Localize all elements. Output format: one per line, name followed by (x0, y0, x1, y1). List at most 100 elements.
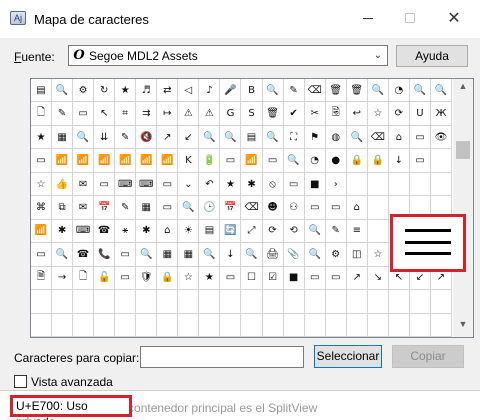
character-cell[interactable] (31, 313, 53, 337)
character-cell[interactable] (220, 290, 242, 314)
character-cell[interactable] (52, 313, 74, 337)
character-cell[interactable]: ⌂ (346, 196, 368, 220)
scroll-up-icon[interactable]: ▲ (453, 81, 473, 97)
character-cell[interactable]: ★ (199, 266, 221, 291)
character-cell[interactable]: ⌫ (241, 196, 263, 220)
character-cell[interactable]: 📅 (94, 196, 116, 220)
character-cell[interactable]: 🔍 (241, 243, 263, 267)
character-cell[interactable]: 🔍 (178, 196, 200, 220)
character-cell[interactable]: ■ (304, 172, 326, 197)
character-cell[interactable]: U (409, 102, 431, 126)
character-cell[interactable] (31, 290, 53, 314)
character-cell[interactable]: 🔍 (73, 125, 95, 150)
character-cell[interactable]: 🔍 (346, 125, 368, 150)
character-cell[interactable]: 🔍 (409, 79, 431, 103)
character-cell[interactable]: 📶 (136, 149, 158, 173)
character-cell[interactable]: ✎ (115, 125, 137, 150)
character-cell[interactable]: 🔒 (367, 149, 389, 173)
character-cell[interactable]: ⌨ (115, 172, 137, 197)
character-grid-cells[interactable]: ▤ 🔍 ⚙ ↻ ★ ♬ ⇄ ◁ ♪ 🎤 B 🔍 ✎ ⌫ 🗑 🗑 🔍 ◔ 🔍 🔍 🗋 ✎ ▭ ↖ ⌗ ⇉ ↦ ⚠ ⚠ G S 🗑 ✔ ✂ 🗟 ↩ ☆ ⟳ U Ж… (31, 79, 452, 337)
character-cell[interactable]: 📞 (94, 243, 116, 267)
character-cell[interactable]: ▭ (31, 149, 53, 173)
character-cell[interactable] (367, 196, 389, 220)
character-cell[interactable]: ✉ (73, 172, 95, 197)
character-cell[interactable]: ▭ (157, 172, 179, 197)
character-cell[interactable]: ◍ (325, 125, 347, 150)
character-cell[interactable] (409, 313, 431, 337)
character-cell[interactable]: ↦ (157, 102, 179, 126)
character-cell[interactable]: 📶 (52, 149, 74, 173)
character-cell[interactable] (304, 313, 326, 337)
character-cell[interactable]: 🎤 (220, 79, 242, 103)
font-dropdown[interactable]: O Segoe MDL2 Assets ⌄ (68, 45, 388, 66)
character-cell[interactable]: ▭ (94, 172, 116, 197)
character-cell[interactable]: ⚹ (115, 219, 137, 244)
grid-scrollbar[interactable]: ▲ ▼ (453, 79, 473, 337)
character-cell[interactable]: 👍 (52, 172, 74, 197)
character-cell[interactable]: ↩ (346, 102, 368, 126)
character-cell[interactable]: 📶 (73, 149, 95, 173)
character-cell[interactable] (325, 313, 347, 337)
character-cell[interactable] (283, 313, 305, 337)
character-cell[interactable]: ♬ (136, 79, 158, 103)
character-cell[interactable]: 🗋 (31, 102, 53, 126)
character-cell[interactable] (325, 290, 347, 314)
character-cell[interactable]: 🔋 (199, 149, 221, 173)
character-cell[interactable]: ▭ (325, 266, 347, 291)
character-cell[interactable]: ⟳ (388, 102, 410, 126)
character-cell[interactable]: ⦸ (262, 172, 284, 197)
character-cell[interactable]: 🔒 (157, 266, 179, 291)
character-cell[interactable] (283, 290, 305, 314)
character-cell[interactable]: 📶 (241, 149, 263, 173)
character-cell[interactable] (178, 290, 200, 314)
character-cell[interactable]: ▭ (409, 125, 431, 150)
character-cell[interactable]: 🗟 (325, 102, 347, 126)
character-cell[interactable]: ◁ (178, 79, 200, 103)
character-cell[interactable]: 🔄 (220, 219, 242, 244)
character-cell[interactable] (346, 290, 368, 314)
character-cell[interactable]: ◔ (304, 149, 326, 173)
character-cell[interactable] (430, 149, 452, 173)
character-cell[interactable]: ★ (220, 172, 242, 197)
character-cell[interactable] (241, 290, 263, 314)
character-cell[interactable] (73, 290, 95, 314)
character-cell[interactable]: G (220, 102, 242, 126)
character-cell[interactable]: ☻ (262, 196, 284, 220)
character-cell[interactable] (199, 313, 221, 337)
character-cell[interactable]: ▭ (409, 149, 431, 173)
minimize-button[interactable] (350, 4, 386, 32)
character-cell[interactable]: ▭ (220, 266, 242, 291)
character-cell[interactable]: ⚙ (73, 79, 95, 103)
character-cell[interactable] (430, 290, 452, 314)
character-cell[interactable]: ⚇ (283, 196, 305, 220)
character-cell[interactable]: ✔ (283, 102, 305, 126)
character-cell[interactable]: ▤ (31, 79, 53, 103)
character-cell[interactable] (115, 313, 137, 337)
character-cell[interactable]: 🛡 (136, 266, 158, 291)
character-cell[interactable]: 🗑 (325, 79, 347, 103)
character-cell[interactable]: ▭ (115, 243, 137, 267)
character-cell[interactable]: ⌂ (157, 219, 179, 244)
character-cell[interactable] (220, 313, 242, 337)
character-cell[interactable]: ⟳ (262, 219, 284, 244)
character-cell[interactable]: ✱ (52, 219, 74, 244)
character-cell[interactable] (304, 290, 326, 314)
character-cell[interactable]: ☎ (73, 243, 95, 267)
help-button[interactable]: Ayuda (396, 45, 468, 67)
character-cell[interactable] (136, 290, 158, 314)
character-cell[interactable]: ▭ (325, 196, 347, 220)
advanced-view-checkbox[interactable] (14, 375, 27, 388)
scroll-down-icon[interactable]: ▼ (453, 319, 473, 335)
character-cell[interactable]: ☆ (367, 243, 389, 267)
character-cell[interactable]: 🗎 (31, 266, 53, 291)
character-cell[interactable]: Ж (430, 102, 452, 126)
character-cell[interactable] (136, 313, 158, 337)
character-cell[interactable]: › (325, 172, 347, 197)
character-cell[interactable]: ⌫ (367, 125, 389, 150)
character-cell[interactable] (367, 290, 389, 314)
character-cell[interactable] (409, 290, 431, 314)
character-cell[interactable] (367, 172, 389, 197)
character-cell[interactable]: 🔇 (136, 125, 158, 150)
character-cell[interactable]: ▭ (304, 266, 326, 291)
character-cell[interactable]: ⚑ (304, 125, 326, 150)
